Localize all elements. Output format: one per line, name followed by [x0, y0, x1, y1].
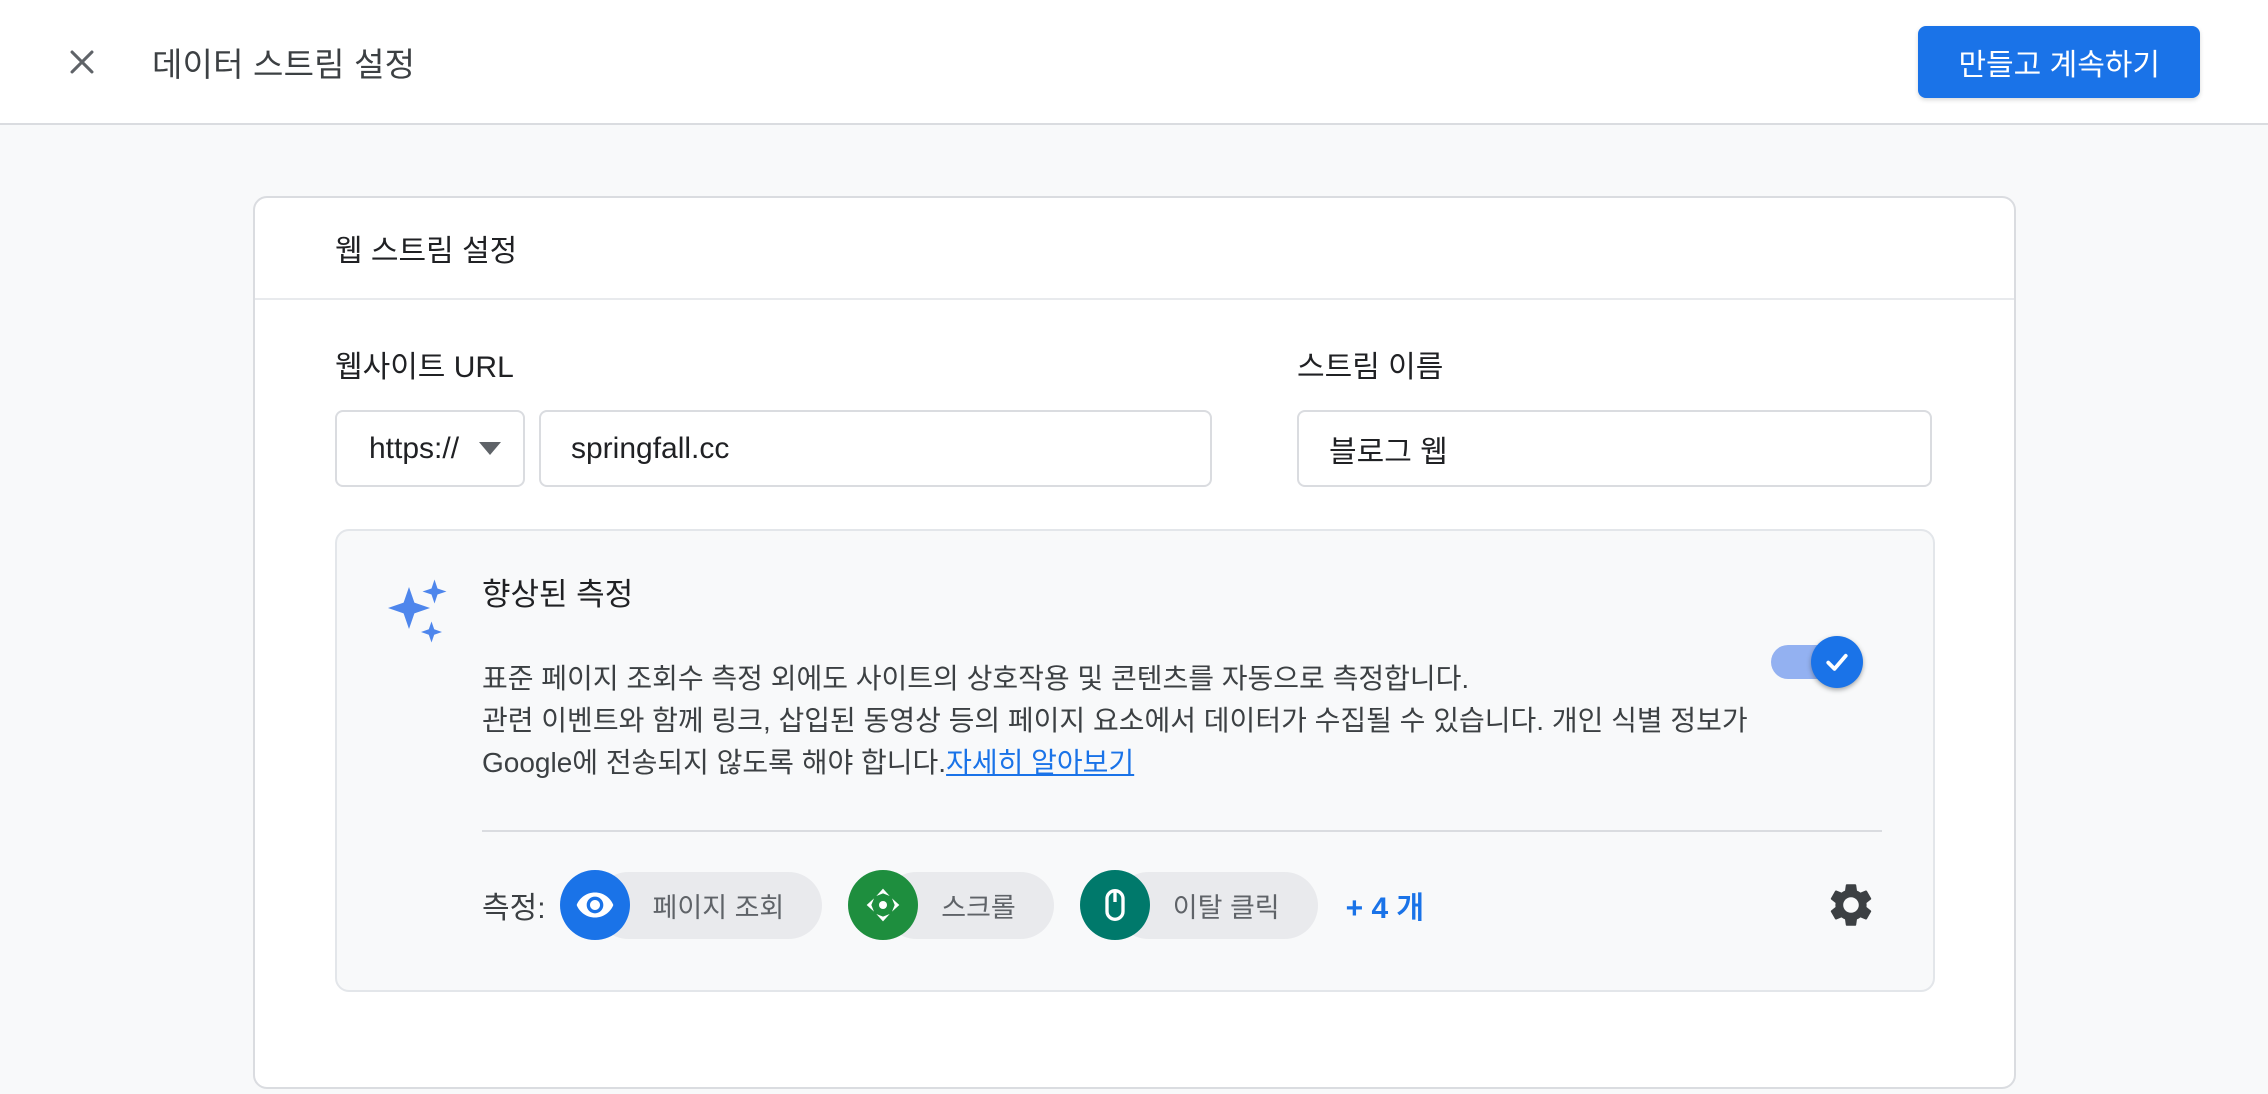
web-stream-settings-card: 웹 스트림 설정 웹사이트 URL https:// 스트림 이름 [253, 196, 2016, 1089]
page-title: 데이터 스트림 설정 [152, 38, 415, 86]
gear-icon[interactable] [1823, 877, 1879, 933]
stream-name-group: 스트림 이름 [1297, 342, 1934, 487]
website-url-label: 웹사이트 URL [335, 342, 1212, 386]
chip-page-view: 페이지 조회 [560, 870, 823, 940]
toggle-thumb-check-icon [1811, 636, 1863, 688]
enhanced-measurement-description: 표준 페이지 조회수 측정 외에도 사이트의 상호작용 및 콘텐츠를 자동으로 … [482, 658, 1772, 784]
panel-divider [482, 830, 1882, 832]
card-body: 웹사이트 URL https:// 스트림 이름 [255, 300, 2014, 1087]
enhanced-measurement-toggle[interactable] [1771, 633, 1863, 691]
stream-name-label: 스트림 이름 [1297, 342, 1934, 386]
sparkle-column [385, 569, 482, 940]
chevron-down-icon [479, 442, 501, 455]
create-and-continue-button[interactable]: 만들고 계속하기 [1918, 26, 2200, 98]
protocol-value: https:// [369, 432, 459, 466]
learn-more-link[interactable]: 자세히 알아보기 [946, 747, 1134, 778]
dialog-header: 데이터 스트림 설정 만들고 계속하기 [0, 0, 2268, 125]
website-url-group: 웹사이트 URL https:// [335, 342, 1212, 487]
description-line1: 표준 페이지 조회수 측정 외에도 사이트의 상호작용 및 콘텐츠를 자동으로 … [482, 663, 1469, 694]
chip-scroll: 스크롤 [848, 870, 1054, 940]
stream-name-input[interactable] [1297, 410, 1932, 487]
eye-icon [560, 870, 630, 940]
measure-row: 측정: 페이지 조회 [482, 870, 1879, 940]
sparkle-icon [385, 575, 451, 647]
card-title: 웹 스트림 설정 [335, 226, 517, 270]
scroll-icon [848, 870, 918, 940]
main-content: 웹 스트림 설정 웹사이트 URL https:// 스트림 이름 [0, 125, 2268, 1089]
stream-form-row: 웹사이트 URL https:// 스트림 이름 [335, 342, 1934, 487]
panel-content: 향상된 측정 표준 페이지 조회수 측정 외에도 사이트의 상호작용 및 콘텐츠… [482, 569, 1879, 940]
measure-label: 측정: [482, 883, 546, 927]
website-url-input[interactable] [539, 410, 1212, 487]
protocol-select[interactable]: https:// [335, 410, 525, 487]
more-measurements-link[interactable]: + 4 개 [1346, 883, 1424, 927]
close-icon[interactable] [58, 38, 106, 86]
chip-outbound-click: 이탈 클릭 [1080, 870, 1318, 940]
enhanced-measurement-panel: 향상된 측정 표준 페이지 조회수 측정 외에도 사이트의 상호작용 및 콘텐츠… [335, 529, 1935, 992]
mouse-icon [1080, 870, 1150, 940]
card-title-row: 웹 스트림 설정 [255, 198, 2014, 300]
enhanced-measurement-title: 향상된 측정 [482, 569, 1879, 614]
